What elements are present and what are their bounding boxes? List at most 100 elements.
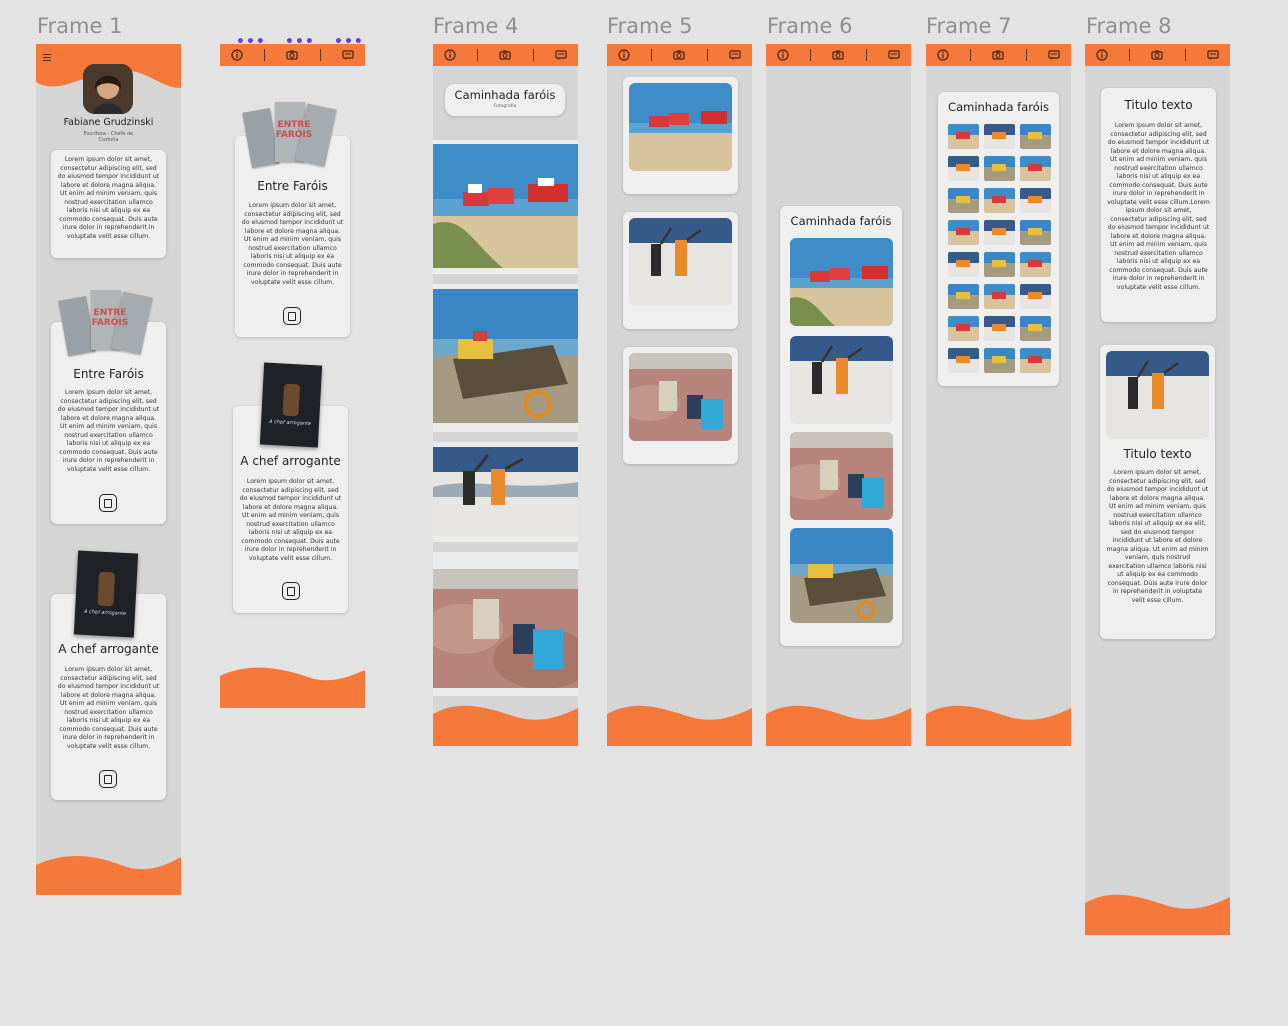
photo-thumbnail[interactable] [1020, 252, 1051, 277]
photo-boats-beach[interactable] [790, 238, 893, 326]
profile-name: Fabiane Grudzinski [63, 117, 154, 128]
frame-7[interactable]: Caminhada faróis [926, 44, 1071, 746]
photo-card[interactable] [623, 212, 738, 329]
photo-thumbnail[interactable] [948, 284, 979, 309]
camera-icon[interactable] [991, 48, 1005, 62]
camera-icon[interactable] [498, 48, 512, 62]
photo-thumbnail[interactable] [1020, 124, 1051, 149]
album-title: Caminhada faróis [948, 100, 1049, 114]
frame-title-5[interactable]: Frame 5 [607, 14, 692, 38]
shopping-bag-icon[interactable] [283, 307, 301, 325]
camera-icon[interactable] [831, 48, 845, 62]
text-card[interactable]: Titulo texto Lorem ipsum dolor sit amet,… [1100, 345, 1215, 639]
shopping-bag-icon[interactable] [99, 770, 117, 788]
text-card[interactable]: Titulo texto Lorem ipsum dolor sit amet,… [1101, 88, 1216, 322]
photo-thumbnail[interactable] [948, 252, 979, 277]
photo-thumbnail[interactable] [1020, 316, 1051, 341]
book-description: Lorem ipsum dolor sit amet, consectetur … [239, 478, 342, 562]
shopping-bag-icon[interactable] [99, 494, 117, 512]
photo-thumbnail[interactable] [1020, 348, 1051, 373]
photo-thumbnail[interactable] [984, 284, 1015, 309]
camera-icon[interactable] [285, 48, 299, 62]
photo-thumbnail[interactable] [948, 156, 979, 181]
photo-thumbnail[interactable] [1020, 156, 1051, 181]
text-card-title: Titulo texto [1124, 98, 1193, 112]
photo-thumbnail[interactable] [948, 188, 979, 213]
bottom-wave [607, 705, 752, 746]
message-icon[interactable] [887, 48, 901, 62]
frame-title-6[interactable]: Frame 6 [767, 14, 852, 38]
photo-friends-rocks[interactable] [790, 432, 893, 520]
photo-boats-beach [629, 83, 732, 171]
photo-friends-rocks [629, 353, 732, 441]
photo-friends-rocks[interactable] [433, 569, 578, 688]
book-cover-stack: ENTRE FARÓIS [242, 98, 340, 173]
photo-thumbnail[interactable] [984, 348, 1015, 373]
hamburger-menu-icon[interactable] [43, 54, 51, 61]
photo-thumbnail[interactable] [1020, 188, 1051, 213]
bottom-wave [1085, 894, 1230, 935]
photo-thumbnail[interactable] [1020, 284, 1051, 309]
message-icon[interactable] [728, 48, 742, 62]
book-cover: A chef arrogante [73, 550, 139, 638]
photo-shipwreck[interactable] [790, 528, 893, 623]
message-icon[interactable] [341, 48, 355, 62]
bottom-wave [926, 705, 1071, 746]
frame-8[interactable]: Titulo texto Lorem ipsum dolor sit amet,… [1085, 44, 1230, 935]
book-cover-text: ENTRE FARÓIS [275, 120, 313, 140]
frame-5[interactable] [607, 44, 752, 746]
album-title-card[interactable]: Caminhada faróis Fotografia [445, 84, 565, 116]
frame-title-1[interactable]: Frame 1 [37, 14, 122, 38]
book-description: Lorem ipsum dolor sit amet, consectetur … [241, 202, 344, 286]
frame-6[interactable]: Caminhada faróis [766, 44, 911, 746]
photo-thumbnail[interactable] [984, 156, 1015, 181]
book-cover: A chef arrogante [259, 362, 323, 448]
frame-4[interactable]: Caminhada faróis Fotografia [433, 44, 578, 746]
frame-2[interactable]: Entre Faróis Lorem ipsum dolor sit amet,… [220, 44, 365, 708]
photo-thumbnail[interactable] [984, 220, 1015, 245]
photo-thumbnail[interactable] [1020, 220, 1051, 245]
book-cover-text: A chef arrogante [268, 418, 312, 428]
message-icon[interactable] [1047, 48, 1061, 62]
photo-thumbnail[interactable] [984, 124, 1015, 149]
info-icon[interactable] [617, 48, 631, 62]
album-card[interactable]: Caminhada faróis [780, 206, 902, 646]
info-icon[interactable] [936, 48, 950, 62]
info-icon[interactable] [443, 48, 457, 62]
frame-1[interactable]: Fabiane Grudzinski Escritora - Chefe de … [36, 44, 181, 895]
frame-title-8[interactable]: Frame 8 [1086, 14, 1171, 38]
message-icon[interactable] [554, 48, 568, 62]
book-description: Lorem ipsum dolor sit amet, consectetur … [57, 389, 160, 473]
photo-card[interactable] [623, 77, 738, 194]
shopping-bag-icon[interactable] [282, 582, 300, 600]
photo-thumbnail[interactable] [984, 252, 1015, 277]
album-subtitle: Fotografia [493, 104, 517, 109]
bottom-wave [36, 855, 181, 895]
camera-icon[interactable] [672, 48, 686, 62]
photo-thumbnail[interactable] [948, 220, 979, 245]
album-grid-card[interactable]: Caminhada faróis [938, 92, 1059, 386]
message-icon[interactable] [1206, 48, 1220, 62]
photo-thumbnail[interactable] [948, 124, 979, 149]
frame-title-7[interactable]: Frame 7 [926, 14, 1011, 38]
photo-friends-snow[interactable] [433, 447, 578, 536]
photo-card[interactable] [623, 347, 738, 464]
camera-icon[interactable] [1150, 48, 1164, 62]
photo-thumbnail[interactable] [984, 188, 1015, 213]
book-title: A chef arrogante [240, 454, 341, 468]
profile-role: Escritora - Chefe de Cozinha [83, 131, 134, 143]
photo-thumbnail[interactable] [984, 316, 1015, 341]
photo-boats-beach[interactable] [433, 144, 578, 268]
top-bar [926, 44, 1071, 66]
frame-title-4[interactable]: Frame 4 [433, 14, 518, 38]
photo-friends-snow[interactable] [790, 336, 893, 424]
photo-shipwreck[interactable] [433, 289, 578, 423]
photo-thumbnail[interactable] [948, 348, 979, 373]
info-icon[interactable] [1095, 48, 1109, 62]
info-icon[interactable] [230, 48, 244, 62]
top-bar [220, 44, 365, 66]
info-icon[interactable] [776, 48, 790, 62]
photo-friends-snow[interactable] [1106, 351, 1209, 439]
top-bar [1085, 44, 1230, 66]
photo-thumbnail[interactable] [948, 316, 979, 341]
